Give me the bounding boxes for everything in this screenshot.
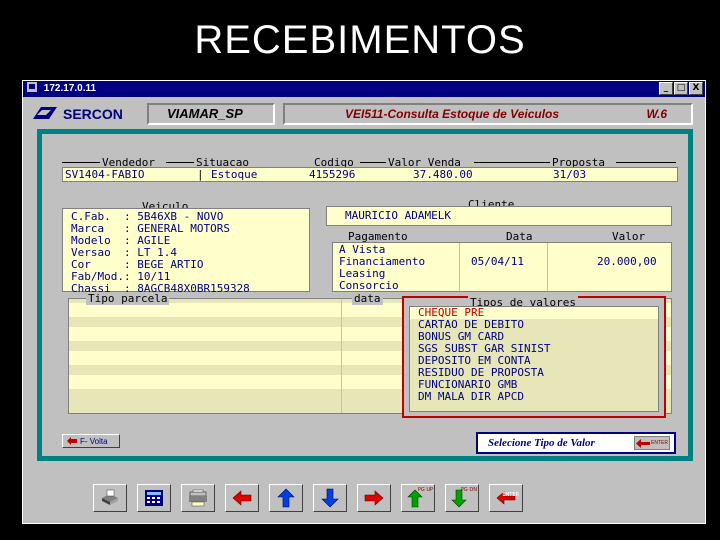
main-frame: Vendedor Situacao Codigo Valor Venda Pro… — [37, 129, 693, 461]
arrow-right-button[interactable] — [357, 484, 391, 512]
print-icon — [102, 489, 118, 505]
logo-text: SERCON — [63, 106, 123, 122]
enter-tag: ENTER — [502, 492, 519, 498]
arrow-left-icon — [232, 490, 252, 506]
volta-label: F- Volta — [80, 436, 108, 446]
pagamento-row[interactable]: Consorcio — [339, 280, 399, 292]
codigo-value[interactable]: 4155296 — [309, 168, 355, 182]
tipo-valor-item[interactable]: DM MALA DIR APCD — [410, 391, 658, 403]
valor-venda-value[interactable]: 37.480.00 — [413, 168, 473, 182]
enter-arrow-icon — [636, 438, 651, 448]
proposta-value[interactable]: 31/03 — [553, 168, 586, 182]
minimize-button[interactable]: _ — [659, 82, 673, 95]
enter-button[interactable]: ENTER — [489, 484, 523, 512]
enter-icon — [496, 491, 516, 505]
vendedor-value[interactable]: SV1404-FABIO — [65, 168, 144, 182]
status-message-box: Selecione Tipo de Valor ENTER — [476, 432, 676, 454]
tipos-valores-panel: Tipos de valores CHEQUE PRE CARTAO DE DE… — [402, 296, 666, 418]
veiculo-box: C.Fab. : 5B46XB - NOVO Marca : GENERAL M… — [62, 208, 310, 295]
enter-label: ENTER — [651, 440, 668, 446]
print-button[interactable] — [93, 484, 127, 512]
screen-title-box: VEI511-Consulta Estoque de Veiculos W.6 — [283, 103, 693, 125]
window-titlebar: 172.17.0.11 _ □ X — [23, 81, 705, 97]
page-down-tag: PG DN — [460, 487, 477, 493]
arrow-up-button[interactable] — [269, 484, 303, 512]
top-field-values: SV1404-FABIO | Estoque 4155296 37.480.00… — [62, 167, 678, 182]
calculator-icon — [145, 490, 163, 506]
cliente-name[interactable]: MAURICIO ADAMELK — [345, 209, 451, 223]
arrow-up-icon — [277, 488, 295, 508]
close-button[interactable]: X — [689, 82, 703, 95]
version-label: W.6 — [646, 107, 667, 121]
page-up-button[interactable]: PG UP — [401, 484, 435, 512]
arrow-down-icon — [321, 488, 339, 508]
tipos-valores-list: CHEQUE PRE CARTAO DE DEBITO BONUS GM CAR… — [409, 306, 659, 412]
printer-stack-icon — [189, 489, 207, 507]
form-area: Vendedor Situacao Codigo Valor Venda Pro… — [42, 134, 688, 456]
page-down-button[interactable]: PG DN — [445, 484, 479, 512]
back-arrow-icon — [67, 437, 77, 445]
tipo-parcela-legend: Tipo parcela — [86, 292, 170, 305]
situacao-value[interactable]: Estoque — [211, 168, 257, 182]
arrow-right-icon — [364, 490, 384, 506]
screen-title: VEI511-Consulta Estoque de Veiculos — [345, 107, 560, 121]
slide-title: RECEBIMENTOS — [194, 18, 526, 62]
sercon-logo: SERCON — [31, 103, 141, 125]
maximize-button[interactable]: □ — [674, 82, 688, 95]
status-message: Selecione Tipo de Valor — [488, 437, 595, 449]
terminal-icon — [27, 82, 37, 92]
enter-key-button[interactable]: ENTER — [634, 436, 670, 450]
arrow-down-button[interactable] — [313, 484, 347, 512]
data-parcela-legend: data — [352, 292, 383, 305]
page-up-tag: PG UP — [417, 487, 433, 493]
pagamento-date: 05/04/11 — [471, 255, 524, 268]
arrow-left-button[interactable] — [225, 484, 259, 512]
terminal-window: 172.17.0.11 _ □ X SERCON VIAMAR_SP VEI51… — [22, 80, 706, 524]
volta-button[interactable]: F- Volta — [62, 434, 120, 448]
company-name: VIAMAR_SP — [147, 103, 275, 125]
calculator-button[interactable] — [137, 484, 171, 512]
pagamento-valor: 20.000,00 — [597, 255, 657, 268]
cliente-box: MAURICIO ADAMELK — [326, 206, 672, 226]
pagamento-table: A Vista Financiamento 05/04/11 20.000,00… — [332, 242, 672, 292]
bottom-toolbar: PG UP PG DN ENTER — [93, 483, 653, 513]
printer-stack-button[interactable] — [181, 484, 215, 512]
window-title: 172.17.0.11 — [43, 83, 97, 94]
sercon-logo-icon — [33, 107, 57, 119]
app-header: SERCON VIAMAR_SP VEI511-Consulta Estoque… — [31, 101, 699, 127]
separator-1: | — [197, 168, 204, 181]
